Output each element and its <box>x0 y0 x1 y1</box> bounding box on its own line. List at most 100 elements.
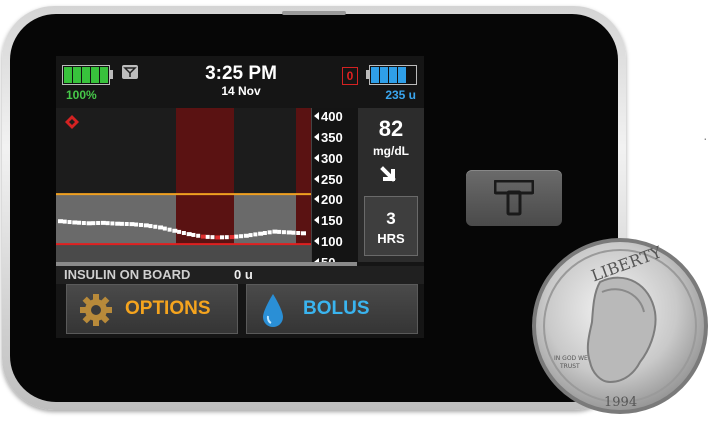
cgm-reading-point <box>224 235 229 240</box>
gear-icon <box>79 293 113 332</box>
cgm-reading-point <box>162 226 167 231</box>
clock-time: 3:25 PM <box>205 63 277 84</box>
iob-label: INSULIN ON BOARD <box>64 267 191 282</box>
cgm-reading-point <box>301 231 306 236</box>
top-button[interactable] <box>282 11 346 15</box>
cgm-reading-point <box>143 223 149 228</box>
y-tick-label: 350 <box>314 130 343 145</box>
y-tick-label: 150 <box>314 213 343 228</box>
cgm-reading-point <box>248 233 253 238</box>
battery-segment <box>100 67 108 83</box>
bluetooth-signal-icon <box>122 65 138 79</box>
low-zone <box>56 244 311 262</box>
options-label: OPTIONS <box>125 298 211 319</box>
cgm-reading-point <box>277 229 282 234</box>
cgm-reading-point <box>281 230 286 235</box>
cgm-reading-point <box>172 228 178 233</box>
battery-percent: 100% <box>66 88 97 102</box>
cgm-reading-panel: 82 mg/dL 3 HRS <box>358 108 424 262</box>
cgm-reading-point <box>291 230 296 235</box>
insulin-segment <box>398 67 406 83</box>
battery-tip <box>110 70 113 79</box>
cgm-graph[interactable] <box>56 108 311 262</box>
cgm-reading-point <box>272 229 278 234</box>
cgm-plot <box>56 108 311 262</box>
bolus-button[interactable]: BOLUS <box>246 284 418 334</box>
cgm-reading-point <box>286 230 292 235</box>
insulin-on-board-bar: INSULIN ON BOARD 0 u <box>56 266 424 284</box>
cgm-reading-point <box>220 235 224 240</box>
cgm-reading-point <box>124 221 129 226</box>
time-range-value: 3 <box>386 209 396 228</box>
alert-counter: 0 <box>342 67 358 85</box>
insulin-segment <box>380 67 388 83</box>
cgm-reading-point <box>177 229 182 234</box>
clock-date: 14 Nov <box>221 84 261 98</box>
insulin-segment <box>371 67 379 83</box>
y-tick-label: 250 <box>314 172 343 187</box>
screen-on-button[interactable] <box>466 170 562 226</box>
cgm-reading-point <box>186 232 192 237</box>
glucose-value: 82 <box>378 116 404 141</box>
time-range-unit: HRS <box>377 231 405 246</box>
cgm-reading-point <box>191 232 196 237</box>
event-band <box>296 108 311 262</box>
time-range-button[interactable]: 3 HRS <box>364 196 418 256</box>
quarter-coin-image: LIBERTY IN GOD WE TRUST 1994 <box>530 232 708 423</box>
cgm-reading-point <box>58 219 63 224</box>
options-button[interactable]: OPTIONS <box>66 284 238 334</box>
glucose-axis: 40035030025020015010050 <box>311 108 358 270</box>
cgm-reading-point <box>158 225 164 230</box>
pump-screen: 100% 3:25 PM 14 Nov 0 235 u 400 350 300 250… <box>56 56 424 338</box>
cgm-reading-point <box>96 221 101 226</box>
iob-value: 0 u <box>234 267 253 282</box>
water-drop-icon <box>261 292 285 333</box>
cgm-reading-point <box>267 230 272 235</box>
glucose-unit: mg/dL <box>373 144 409 158</box>
cgm-reading-point <box>196 233 201 238</box>
y-tick-label: 300 <box>314 151 343 166</box>
cgm-reading-point <box>210 235 215 240</box>
cgm-reading-point <box>234 234 239 239</box>
cgm-reading-point <box>148 224 153 229</box>
insulin-units: 235 u <box>385 88 416 102</box>
cgm-reading-point <box>153 224 158 229</box>
cgm-reading-point <box>77 220 82 225</box>
cgm-reading-point <box>243 233 249 238</box>
battery-segment <box>91 67 99 83</box>
cgm-reading-point <box>167 227 172 232</box>
battery-segment <box>64 67 72 83</box>
bolus-label: BOLUS <box>303 298 370 319</box>
insulin-segment <box>389 67 397 83</box>
cgm-reading-point <box>91 221 96 226</box>
insulin-segment <box>407 67 415 83</box>
cgm-reading-point <box>239 234 244 239</box>
cgm-reading-point <box>139 222 143 227</box>
cgm-reading-point <box>253 232 258 237</box>
svg-text:1994: 1994 <box>604 395 637 410</box>
cgm-reading-point <box>81 221 86 226</box>
cgm-reading-point <box>262 231 267 236</box>
cgm-reading-point <box>181 231 186 236</box>
cgm-reading-point <box>134 222 139 227</box>
edge-mark: · <box>703 130 708 146</box>
insulin-level-indicator <box>369 65 417 85</box>
cgm-reading-point <box>110 221 115 226</box>
cgm-reading-point <box>62 219 67 224</box>
y-tick-label: 100 <box>314 234 343 249</box>
cgm-reading-point <box>72 220 78 225</box>
cgm-reading-point <box>205 234 210 239</box>
y-tick-label: 400 <box>314 109 343 124</box>
cgm-reading-point <box>229 235 235 240</box>
cgm-reading-point <box>296 231 301 236</box>
cgm-reading-point <box>215 235 221 240</box>
cgm-reading-point <box>129 222 135 227</box>
battery-segment <box>82 67 90 83</box>
tandem-logo-icon <box>494 180 534 216</box>
cgm-reading-point <box>100 220 106 225</box>
battery-segment <box>73 67 81 83</box>
cgm-reading-point <box>119 221 124 226</box>
svg-text:IN GOD WE: IN GOD WE <box>554 355 588 362</box>
arrow-down-right-icon <box>378 164 402 193</box>
svg-text:TRUST: TRUST <box>559 363 580 370</box>
